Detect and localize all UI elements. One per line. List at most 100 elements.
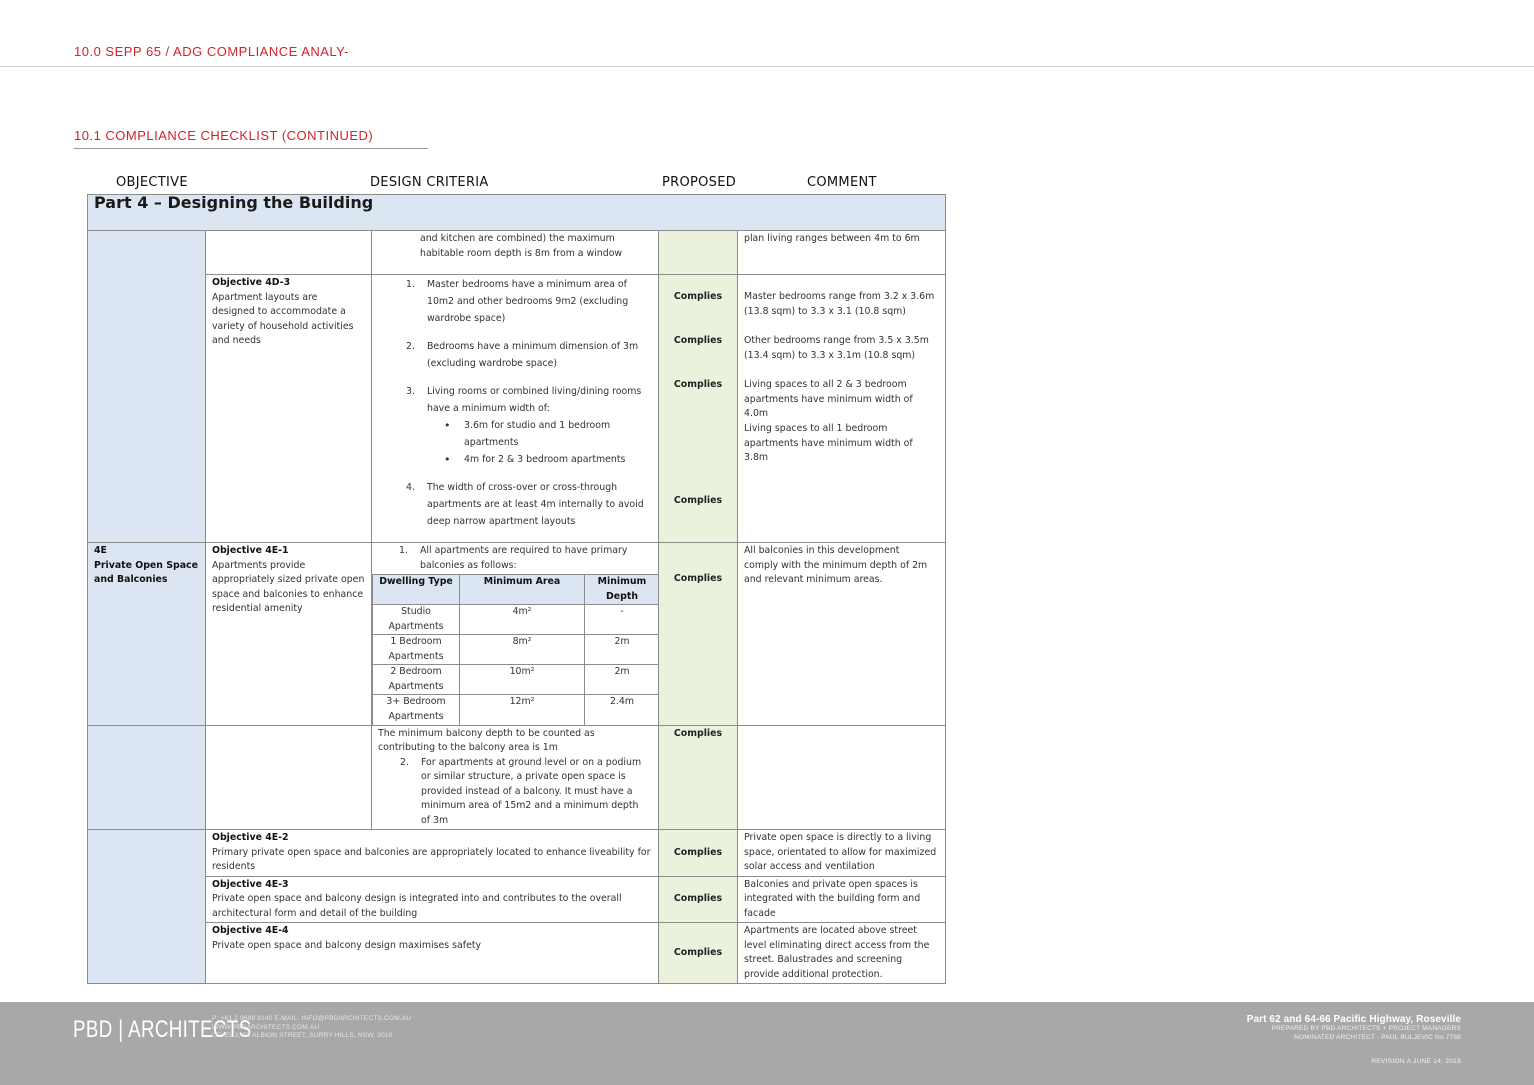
table-row: Studio Apartments 4m² - [372, 604, 660, 635]
column-headers: OBJECTIVE DESIGN CRITERIA PROPOSED COMME… [0, 175, 1000, 193]
bullet-item: 4m for 2 & 3 bedroom apartments [427, 451, 652, 468]
table-header-row: Dwelling Type Minimum Area Minimum Depth [372, 574, 660, 605]
objective-title: Objective 4E-4 [212, 925, 289, 936]
column-header-proposed: PROPOSED [662, 175, 737, 190]
objective-title: Objective 4E-3 [212, 878, 289, 890]
part-header-row: Part 4 – Designing the Building [86, 194, 947, 231]
proposed-cell: Complies [658, 829, 738, 877]
column-header-objective: OBJECTIVE [116, 175, 188, 190]
objective-title: Objective 4D-3 [212, 277, 291, 288]
proposed-cell: Complies [658, 542, 738, 726]
objective-cell: 4E Private Open Space and Balconies [87, 542, 206, 726]
objective-description: Private open space and balcony design is… [212, 893, 622, 919]
list-item: 2. For apartments at ground level or on … [400, 756, 642, 826]
table-cell: 2.4m [584, 694, 660, 725]
proposed-status: Complies [673, 379, 723, 390]
table-cell: 1 Bedroom Apartments [372, 634, 460, 665]
criteria-cell: and kitchen are combined) the maximum ha… [371, 230, 659, 275]
section-code: 4E [94, 545, 107, 556]
column-header-comment: COMMENT [807, 175, 877, 190]
objective-title: Objective 4E-1 [212, 545, 289, 556]
page-header-title: 10.0 SEPP 65 / ADG COMPLIANCE ANALY- [74, 44, 349, 59]
table-row: Objective 4E-3 Private open space and ba… [88, 875, 947, 923]
table-cell: 2 Bedroom Apartments [372, 664, 460, 695]
comment-text: Living spaces to all 2 & 3 bedroom apart… [744, 379, 913, 419]
compliance-table: Part 4 – Designing the Building and kitc… [86, 194, 947, 984]
table-cell: 12m² [459, 694, 585, 725]
objective-cell-empty [87, 829, 206, 984]
balcony-requirements-table: Dwelling Type Minimum Area Minimum Depth… [372, 574, 660, 725]
criteria-paragraph: The minimum balcony depth to be counted … [378, 727, 595, 754]
table-header-cell: Minimum Depth [584, 574, 660, 605]
project-line: PREPARED BY PBD ARCHITECTS + PROJECT MAN… [1271, 1025, 1461, 1032]
subobjective-cell: Objective 4E-1 Apartments provide approp… [205, 542, 372, 726]
subobjective-cell: Objective 4D-3 Apartment layouts are des… [205, 274, 372, 543]
project-line: NOMINATED ARCHITECT - PAUL BULJEVIC No.7… [1294, 1033, 1461, 1041]
comment-cell: Apartments are located above street leve… [736, 922, 947, 984]
bullet-item: 3.6m for studio and 1 bedroom apartments [427, 417, 652, 451]
list-item: 1. Master bedrooms have a minimum area of… [406, 279, 629, 324]
objective-description: Primary private open space and balconies… [212, 846, 651, 873]
objective-cell: Objective 4E-3 Private open space and ba… [205, 875, 659, 923]
proposed-cell: Complies [658, 875, 738, 923]
comment-text: Living spaces to all 1 bedroom apartment… [744, 423, 913, 463]
header-divider [0, 66, 1534, 67]
criteria-cell: The minimum balcony depth to be counted … [371, 724, 659, 830]
table-cell: - [584, 604, 660, 635]
part-title: Part 4 – Designing the Building [86, 194, 947, 231]
proposed-cell [658, 230, 738, 275]
objective-cell-empty [87, 724, 206, 830]
table-cell: 2m [584, 664, 660, 695]
objective-cell: Objective 4E-2 Primary private open spac… [205, 829, 659, 877]
table-row: 1 Bedroom Apartments 8m² 2m [372, 634, 660, 665]
objective-description: Private open space and balcony design ma… [212, 939, 482, 951]
subobjective-cell-empty [205, 230, 372, 275]
table-row: Objective 4E-4 Private open space and ba… [88, 922, 947, 984]
criteria-cell: 1. Master bedrooms have a minimum area of… [371, 274, 659, 543]
footer-contact-line: P: +61 2 9698 8140 E-MAIL: INFO@PBDARCHI… [212, 1015, 412, 1022]
table-cell: 2m [584, 634, 660, 665]
criteria-list: 1. Master bedrooms have a minimum area of… [378, 276, 652, 530]
table-header-cell: Minimum Area [459, 574, 585, 605]
proposed-cell: Complies [658, 922, 738, 984]
table-row: Objective 4D-3 Apartment layouts are des… [88, 274, 947, 543]
table-cell: 10m² [459, 664, 585, 695]
project-title: Part 62 and 64-66 Pacific Highway, Rosev… [1246, 1014, 1461, 1025]
criteria-cell: 1. All apartments are required to have p… [371, 542, 660, 726]
page-footer: PBD | ARCHITECTS P: +61 2 9698 8140 E-MA… [0, 1002, 1534, 1085]
comment-cell: Master bedrooms range from 3.2 x 3.6m (1… [736, 274, 947, 543]
objective-cell-empty [87, 230, 206, 543]
objective-description: Apartment layouts are designed to accomm… [212, 291, 354, 347]
list-item: 1. All apartments are required to have p… [399, 545, 628, 571]
footer-contact-line: WWW.PBDARCHITECTS.COM.AU [212, 1023, 320, 1031]
column-header-design-criteria: DESIGN CRITERIA [370, 175, 489, 190]
table-row: Objective 4E-2 Primary private open spac… [87, 829, 947, 984]
table-cell: 4m² [459, 604, 585, 635]
table-header-cell: Dwelling Type [372, 574, 460, 605]
proposed-cell: Complies Complies Complies Complies [658, 274, 738, 543]
table-cell: 3+ Bedroom Apartments [372, 694, 460, 725]
proposed-status: Complies [673, 495, 723, 506]
comment-cell: Private open space is directly to a livi… [736, 829, 947, 877]
section-name: Private Open Space and Balconies [94, 559, 198, 586]
comment-cell: Balconies and private open spaces is int… [736, 875, 947, 923]
comment-text: Other bedrooms range from 3.5 x 3.5m (13… [744, 335, 929, 361]
footer-project-info: Part 62 and 64-66 Pacific Highway, Rosev… [1247, 1014, 1461, 1042]
table-row: The minimum balcony depth to be counted … [87, 724, 947, 830]
table-row: 4E Private Open Space and Balconies Obje… [87, 542, 947, 726]
comment-text: Master bedrooms range from 3.2 x 3.6m (1… [744, 291, 935, 317]
table-cell: 8m² [459, 634, 585, 665]
table-cell: Studio Apartments [372, 604, 460, 635]
proposed-status: Complies [673, 335, 723, 346]
objective-description: Apartments provide appropriately sized p… [212, 559, 365, 615]
table-row: and kitchen are combined) the maximum ha… [87, 230, 947, 543]
proposed-cell: Complies [658, 724, 738, 830]
list-item: 4. The width of cross-over or cross-throu… [406, 482, 644, 527]
section-title: 10.1 COMPLIANCE CHECKLIST (CONTINUED) [74, 128, 374, 143]
footer-contact: P: +61 2 9698 8140 E-MAIL: INFO@PBDARCHI… [212, 1015, 411, 1041]
list-item: 3. Living rooms or combined living/dining… [378, 383, 652, 468]
comment-cell: plan living ranges between 4m to 6m [736, 230, 947, 275]
section-title-underline [74, 148, 428, 149]
revision-date: REVISION A JUNE 14, 2018 [1371, 1058, 1461, 1065]
footer-contact-line: LEVEL 2, 52 ALBION STREET, SURRY HILLS, … [212, 1032, 393, 1039]
